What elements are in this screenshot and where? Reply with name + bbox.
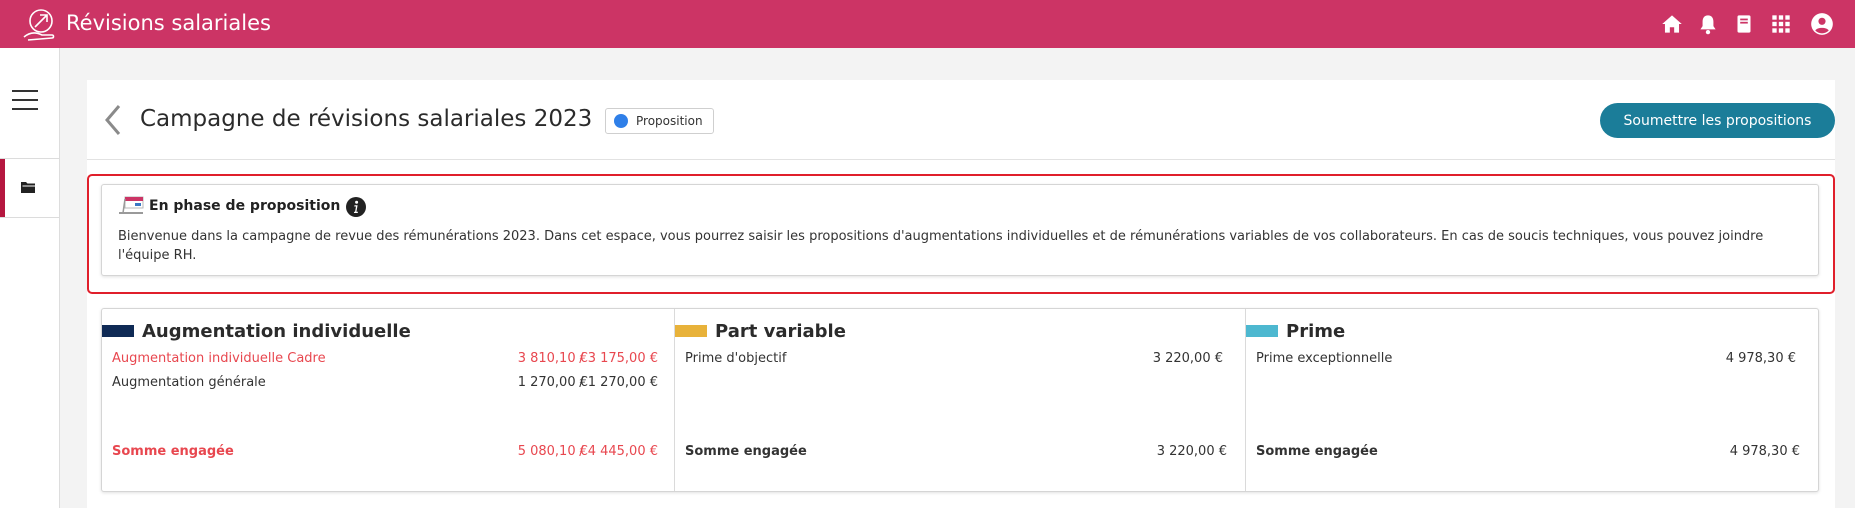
sidebar-item-campaigns[interactable] [0,159,59,217]
salary-review-logo-icon [23,9,55,41]
budget-row-label: Prime d'objectif [685,351,787,366]
augmentation-column: Augmentation individuelle Augmentation i… [102,309,674,491]
budget-summary: Augmentation individuelle Augmentation i… [101,308,1819,492]
budget-row-amount: 4 978,30 € [1725,351,1796,366]
sidebar [0,48,60,508]
budget-row-budget: / 3 175,00 € [579,351,658,366]
back-chevron-icon[interactable] [101,100,125,140]
status-badge: Proposition [605,108,714,134]
menu-hamburger-icon[interactable] [12,90,38,112]
augmentation-title: Augmentation individuelle [142,320,411,342]
budget-row-amount: 3 220,00 € [1152,351,1223,366]
book-icon[interactable] [1731,11,1757,37]
total-label: Somme engagée [1256,444,1378,459]
folder-icon [21,182,35,193]
augmentation-color-swatch [102,325,134,337]
total-engaged: 5 080,10 € [517,444,588,459]
prime-color-swatch [1246,325,1278,337]
sidebar-divider [0,217,59,218]
home-icon[interactable] [1659,11,1685,37]
app-title: Révisions salariales [66,11,271,35]
part-variable-color-swatch [675,325,707,337]
phase-notice: En phase de proposition Bienvenue dans l… [101,184,1819,276]
total-label: Somme engagée [685,444,807,459]
total-amount: 4 978,30 € [1729,444,1800,459]
part-variable-title: Part variable [715,320,846,342]
budget-row-engaged: 1 270,00 € [517,375,588,390]
total-amount: 3 220,00 € [1156,444,1227,459]
total-label: Somme engagée [112,444,234,459]
info-icon[interactable] [345,196,367,218]
part-variable-column: Part variable Prime d'objectif 3 220,00 … [674,309,1245,491]
user-account-icon[interactable] [1809,11,1835,37]
status-label: Proposition [636,114,703,128]
apps-grid-icon[interactable] [1768,11,1794,37]
status-dot-icon [614,114,628,128]
prime-column: Prime Prime exceptionnelle 4 978,30 € So… [1245,309,1818,491]
page-header: Campagne de révisions salariales 2023 Pr… [87,80,1835,160]
bell-icon[interactable] [1695,11,1721,37]
calendar-flag-icon [119,196,144,214]
notice-text: Bienvenue dans la campagne de revue des … [118,229,1764,263]
budget-row-budget: / 1 270,00 € [579,375,658,390]
prime-title: Prime [1286,320,1346,342]
budget-row-engaged: 3 810,10 € [517,351,588,366]
page-title: Campagne de révisions salariales 2023 [140,106,593,132]
budget-row-label: Prime exceptionnelle [1256,351,1393,366]
budget-row-label: Augmentation générale [112,375,266,390]
top-bar: Révisions salariales [0,0,1855,48]
campaign-card: Campagne de révisions salariales 2023 Pr… [87,80,1835,508]
notice-title: En phase de proposition [149,198,341,214]
budget-row-label: Augmentation individuelle Cadre [112,351,326,366]
total-budget: / 4 445,00 € [579,444,658,459]
submit-proposals-button[interactable]: Soumettre les propositions [1600,103,1835,138]
